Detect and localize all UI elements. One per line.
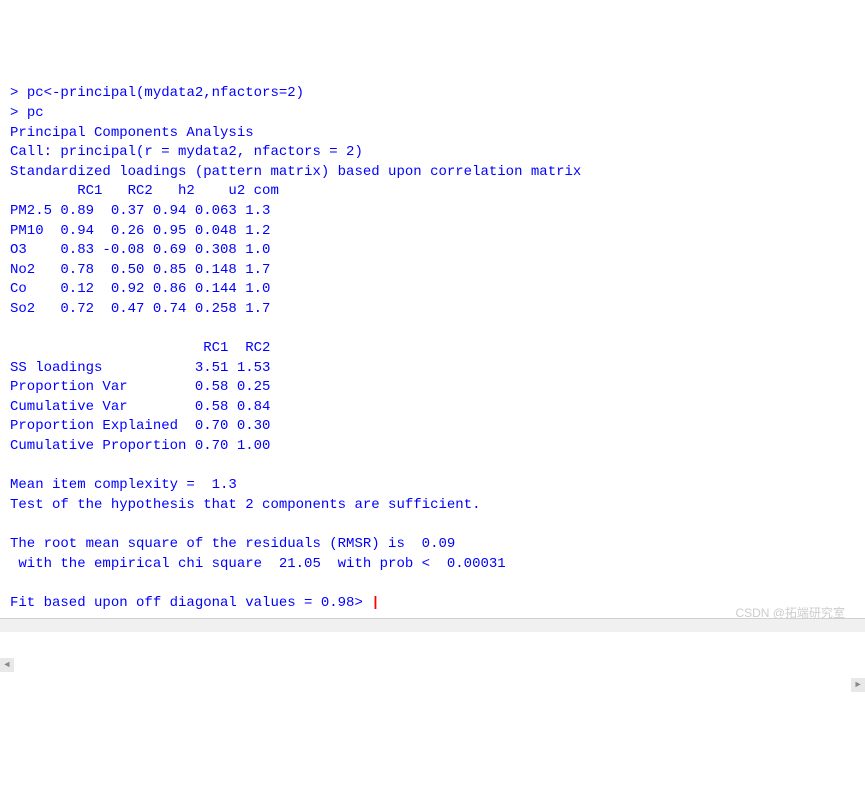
variance-row: Cumulative Var 0.58 0.84 (10, 399, 270, 415)
horizontal-scrollbar[interactable]: ◄ ► (0, 618, 865, 632)
mean-complexity: Mean item complexity = 1.3 (10, 477, 237, 493)
prompt-char: > (10, 105, 18, 121)
output-call: Call: principal(r = mydata2, nfactors = … (10, 144, 363, 160)
scroll-right-icon[interactable]: ► (851, 678, 865, 692)
fit-line: Fit based upon off diagonal values = 0.9… (10, 595, 354, 611)
loadings-row: Co 0.12 0.92 0.86 0.144 1.0 (10, 281, 270, 297)
output-title: Principal Components Analysis (10, 125, 254, 141)
console-output: > pc<-principal(mydata2,nfactors=2) > pc… (10, 84, 855, 613)
loadings-row: So2 0.72 0.47 0.74 0.258 1.7 (10, 301, 270, 317)
loadings-row: O3 0.83 -0.08 0.69 0.308 1.0 (10, 242, 270, 258)
variance-row: Proportion Var 0.58 0.25 (10, 379, 270, 395)
command-line-2: pc (27, 105, 44, 121)
variance-row: SS loadings 3.51 1.53 (10, 360, 270, 376)
loadings-row: PM2.5 0.89 0.37 0.94 0.063 1.3 (10, 203, 270, 219)
scroll-left-icon[interactable]: ◄ (0, 658, 14, 672)
variance-header: RC1 RC2 (10, 340, 270, 356)
variance-row: Cumulative Proportion 0.70 1.00 (10, 438, 270, 454)
hypothesis-test: Test of the hypothesis that 2 components… (10, 497, 480, 513)
cursor[interactable]: | (371, 595, 379, 611)
prompt-char: > (10, 85, 18, 101)
loadings-header: Standardized loadings (pattern matrix) b… (10, 164, 581, 180)
loadings-row: PM10 0.94 0.26 0.95 0.048 1.2 (10, 223, 270, 239)
chisq-line: with the empirical chi square 21.05 with… (10, 556, 514, 572)
rmsr-line: The root mean square of the residuals (R… (10, 536, 455, 552)
command-line-1: pc<-principal(mydata2,nfactors=2) (27, 85, 304, 101)
loadings-row: No2 0.78 0.50 0.85 0.148 1.7 (10, 262, 270, 278)
variance-row: Proportion Explained 0.70 0.30 (10, 418, 270, 434)
prompt-char: > (354, 595, 362, 611)
loadings-col-header: RC1 RC2 h2 u2 com (10, 183, 279, 199)
